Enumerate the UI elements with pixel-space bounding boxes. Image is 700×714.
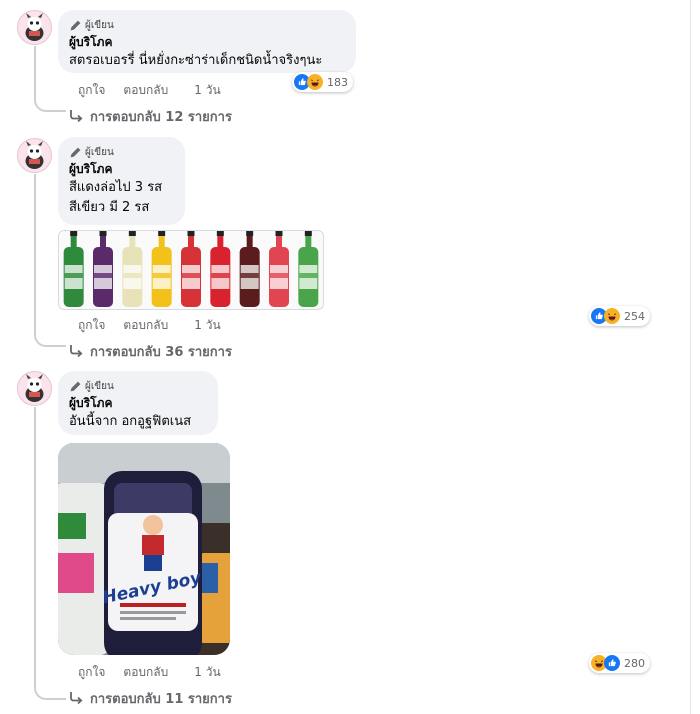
replies-label: การตอบกลับ 11 รายการ xyxy=(90,691,232,707)
haha-icon xyxy=(604,308,620,324)
author-badge: ผู้เขียน xyxy=(69,144,173,160)
comment-bubble: ผู้เขียน ผู้บริโภค สตรอเบอรรี่ นี่หยั่งก… xyxy=(58,10,356,73)
author-badge: ผู้เขียน xyxy=(69,378,206,394)
pencil-icon xyxy=(70,147,81,157)
badge-label: ผู้เขียน xyxy=(85,146,114,158)
bottle xyxy=(93,231,113,307)
reaction-summary[interactable]: 280 xyxy=(589,653,650,673)
reaction-count: 183 xyxy=(327,75,348,89)
comment-bubble: ผู้เขียน ผู้บริโภค สีแดงล่อไป 3 รส สีเขี… xyxy=(58,137,185,225)
bottle xyxy=(63,231,84,307)
avatar[interactable] xyxy=(17,138,52,173)
comment-actions: ถูกใจ ตอบกลับ 1 วัน xyxy=(78,82,239,98)
bottle xyxy=(181,231,201,307)
bottle xyxy=(151,231,172,307)
author-badge: ผู้เขียน xyxy=(69,17,344,33)
reply-button[interactable]: ตอบกลับ xyxy=(123,81,168,100)
thread-curve xyxy=(34,331,66,347)
bottle xyxy=(122,231,143,307)
badge-label: ผู้เขียน xyxy=(85,380,114,392)
thread-line xyxy=(34,407,36,687)
pencil-icon xyxy=(70,381,81,391)
thread-line xyxy=(34,174,36,334)
comment-author[interactable]: ผู้บริโภค xyxy=(69,34,344,51)
reply-arrow-icon xyxy=(70,345,83,358)
like-icon xyxy=(604,655,620,671)
reaction-summary[interactable]: 183 xyxy=(292,72,353,92)
thread-curve xyxy=(34,96,66,112)
comment-text: สีแดงล่อไป 3 รส สีเขียว มี 2 รส xyxy=(69,180,163,215)
bottle xyxy=(210,231,231,307)
replies-label: การตอบกลับ 12 รายการ xyxy=(90,109,232,125)
view-replies-link[interactable]: การตอบกลับ 12 รายการ xyxy=(68,106,232,126)
like-button[interactable]: ถูกใจ xyxy=(78,663,105,682)
comment-author[interactable]: ผู้บริโภค xyxy=(69,395,206,412)
reply-button[interactable]: ตอบกลับ xyxy=(123,663,168,682)
like-button[interactable]: ถูกใจ xyxy=(78,81,105,100)
pencil-icon xyxy=(70,20,81,30)
bottle xyxy=(239,231,260,307)
bottle xyxy=(269,231,289,307)
comment-author[interactable]: ผู้บริโภค xyxy=(69,161,173,178)
reply-button[interactable]: ตอบกลับ xyxy=(123,316,168,335)
thread-curve xyxy=(34,684,66,700)
reaction-count: 280 xyxy=(624,656,645,670)
reaction-summary[interactable]: 254 xyxy=(589,306,650,326)
like-button[interactable]: ถูกใจ xyxy=(78,316,105,335)
haha-icon xyxy=(307,74,323,90)
comment-timestamp[interactable]: 1 วัน xyxy=(194,316,220,335)
thread-line xyxy=(34,46,36,98)
reaction-count: 254 xyxy=(624,309,645,323)
replies-label: การตอบกลับ 36 รายการ xyxy=(90,344,232,360)
photo-image[interactable]: Heavy boy xyxy=(58,443,230,655)
avatar[interactable] xyxy=(17,10,52,45)
comment-actions: ถูกใจ ตอบกลับ 1 วัน xyxy=(78,317,239,333)
reply-arrow-icon xyxy=(70,692,83,705)
badge-label: ผู้เขียน xyxy=(85,19,114,31)
comment-text: อันนี้จาก อกอูฐฟิตเนส xyxy=(69,414,192,429)
reply-arrow-icon xyxy=(70,110,83,123)
bottles-image[interactable] xyxy=(58,230,324,310)
comment-timestamp[interactable]: 1 วัน xyxy=(194,81,220,100)
avatar[interactable] xyxy=(17,371,52,406)
comment-actions: ถูกใจ ตอบกลับ 1 วัน xyxy=(78,664,239,680)
bottle xyxy=(298,231,319,307)
comment-text: สตรอเบอรรี่ นี่หยั่งกะซ่าร่าเด็กชนิดน้ำจ… xyxy=(69,53,323,68)
comment-panel: ผู้เขียน ผู้บริโภค สตรอเบอรรี่ นี่หยั่งก… xyxy=(0,0,691,714)
comment-timestamp[interactable]: 1 วัน xyxy=(194,663,220,682)
view-replies-link[interactable]: การตอบกลับ 11 รายการ xyxy=(68,688,232,708)
view-replies-link[interactable]: การตอบกลับ 36 รายการ xyxy=(68,341,232,361)
comment-bubble: ผู้เขียน ผู้บริโภค อันนี้จาก อกอูฐฟิตเนส xyxy=(58,371,218,435)
